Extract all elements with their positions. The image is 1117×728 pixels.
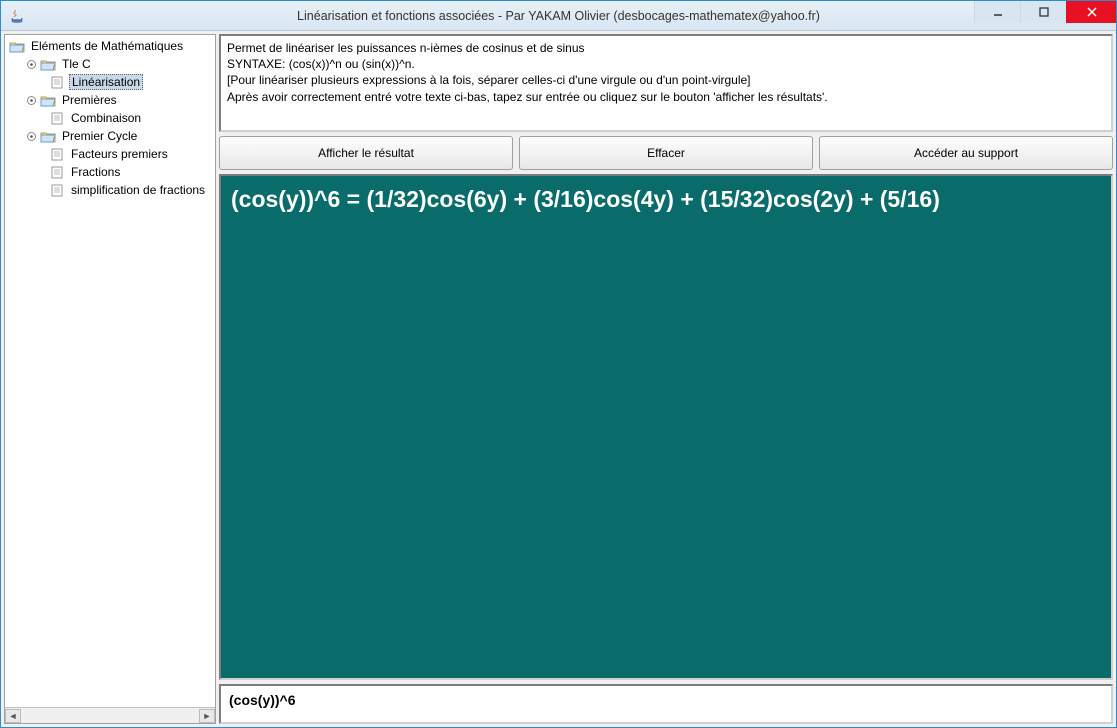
clear-button[interactable]: Effacer <box>519 136 813 170</box>
tree-leaf-facteurs[interactable]: Facteurs premiers <box>5 145 215 163</box>
collapse-icon[interactable] <box>27 96 36 105</box>
folder-open-icon <box>40 58 56 71</box>
folder-open-icon <box>40 94 56 107</box>
description-box: Permet de linéariser les puissances n-iè… <box>219 34 1113 132</box>
collapse-icon[interactable] <box>27 132 36 141</box>
tree-leaf-linearisation[interactable]: Linéarisation <box>5 73 215 91</box>
maximize-button[interactable] <box>1020 1 1066 23</box>
input-area[interactable] <box>219 684 1113 724</box>
file-icon <box>49 184 65 197</box>
client-area: Eléments de Mathématiques Tle C Linéaris… <box>1 31 1116 727</box>
support-button[interactable]: Accéder au support <box>819 136 1113 170</box>
desc-line: Après avoir correctement entré votre tex… <box>227 89 1105 105</box>
window-controls <box>974 1 1116 30</box>
minimize-button[interactable] <box>974 1 1020 23</box>
scroll-right-icon[interactable]: ► <box>199 709 215 723</box>
result-area[interactable]: (cos(y))^6 = (1/32)cos(6y) + (3/16)cos(4… <box>219 174 1113 680</box>
tree-root[interactable]: Eléments de Mathématiques <box>5 37 215 55</box>
tree-node-tlec[interactable]: Tle C <box>5 55 215 73</box>
folder-open-icon <box>9 40 25 53</box>
tree-leaf-fractions[interactable]: Fractions <box>5 163 215 181</box>
close-button[interactable] <box>1066 1 1116 23</box>
tree-view[interactable]: Eléments de Mathématiques Tle C Linéaris… <box>5 35 215 707</box>
sidebar: Eléments de Mathématiques Tle C Linéaris… <box>4 34 216 724</box>
file-icon <box>49 76 65 89</box>
desc-line: [Pour linéariser plusieurs expressions à… <box>227 72 1105 88</box>
scroll-track[interactable] <box>21 709 199 723</box>
file-icon <box>49 166 65 179</box>
scroll-left-icon[interactable]: ◄ <box>5 709 21 723</box>
desc-line: SYNTAXE: (cos(x))^n ou (sin(x))^n. <box>227 56 1105 72</box>
tree-node-premier-cycle[interactable]: Premier Cycle <box>5 127 215 145</box>
file-icon <box>49 112 65 125</box>
tree-leaf-combinaison[interactable]: Combinaison <box>5 109 215 127</box>
button-row: Afficher le résultat Effacer Accéder au … <box>219 136 1113 170</box>
app-window: Linéarisation et fonctions associées - P… <box>0 0 1117 728</box>
collapse-icon[interactable] <box>27 60 36 69</box>
folder-open-icon <box>40 130 56 143</box>
window-title: Linéarisation et fonctions associées - P… <box>297 9 820 23</box>
java-icon <box>9 8 25 24</box>
horizontal-scrollbar[interactable]: ◄ ► <box>5 707 215 723</box>
file-icon <box>49 148 65 161</box>
title-bar[interactable]: Linéarisation et fonctions associées - P… <box>1 1 1116 31</box>
expression-input[interactable] <box>229 692 1103 708</box>
tree-node-premieres[interactable]: Premières <box>5 91 215 109</box>
main-panel: Permet de linéariser les puissances n-iè… <box>219 34 1113 724</box>
desc-line: Permet de linéariser les puissances n-iè… <box>227 40 1105 56</box>
tree-leaf-simplification[interactable]: simplification de fractions <box>5 181 215 199</box>
show-result-button[interactable]: Afficher le résultat <box>219 136 513 170</box>
